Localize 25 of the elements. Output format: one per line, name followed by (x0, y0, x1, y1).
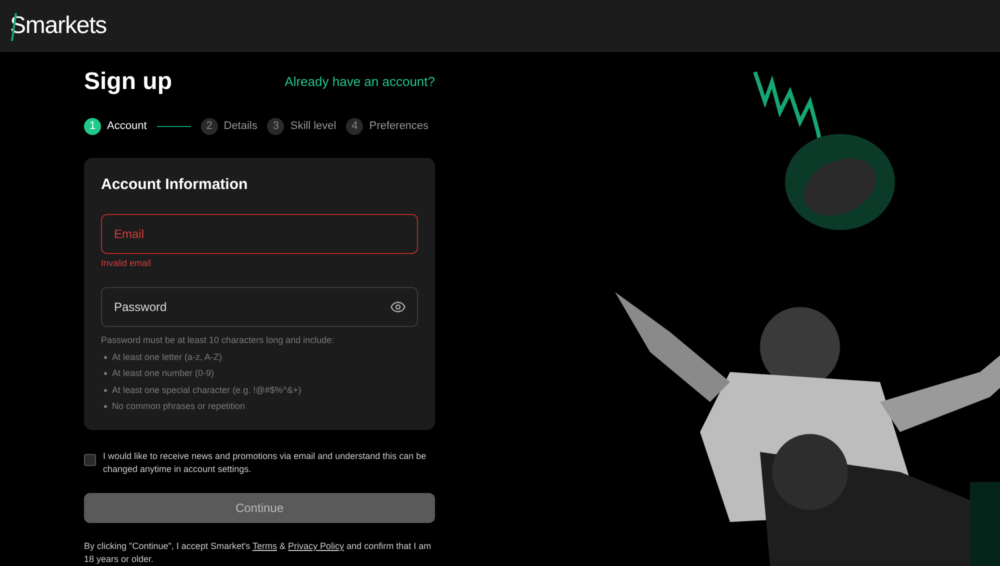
bullet-icon (104, 356, 107, 359)
step-tab[interactable]: 1 Account (84, 118, 147, 135)
password-rule: No common phrases or repetition (112, 400, 246, 413)
password-hint: Password must be at least 10 characters long and include: (101, 334, 336, 347)
legal-text: By clicking "Continue", I accept Smarket's Terms & Privacy Policy and confirm that I am 18 years or older. (84, 540, 432, 566)
bullet-icon (104, 372, 107, 376)
card-title: Account Information (101, 175, 249, 195)
legal-link[interactable]: Terms (252, 541, 278, 551)
step-tab[interactable]: 4 Preferences (346, 118, 429, 135)
email-field[interactable]: Email (101, 214, 418, 254)
login-link[interactable]: Already have an account? (284, 72, 435, 92)
email-error: Invalid email (101, 256, 152, 270)
newsletter-label: I would like to receive news and promotions via email and understand this can be changed anytime in account settings. (103, 450, 428, 476)
bullet-icon (104, 388, 107, 392)
legal-link[interactable]: Privacy Policy (288, 541, 344, 551)
password-rule: At least one special character (e.g. !@#$%^&+) (112, 384, 302, 397)
password-field[interactable]: Password (101, 287, 418, 327)
bullet-icon (104, 405, 107, 408)
show-password-icon[interactable] (390, 299, 406, 315)
page-title: Sign up (84, 67, 172, 97)
password-rule: At least one number (0-9) (112, 367, 214, 380)
step-tab[interactable]: 3 Skill level (267, 118, 336, 135)
step-tab[interactable]: 2 Details (200, 118, 258, 135)
password-rule: At least one letter (a-z, A-Z) (112, 350, 222, 364)
newsletter-checkbox[interactable] (84, 454, 96, 466)
